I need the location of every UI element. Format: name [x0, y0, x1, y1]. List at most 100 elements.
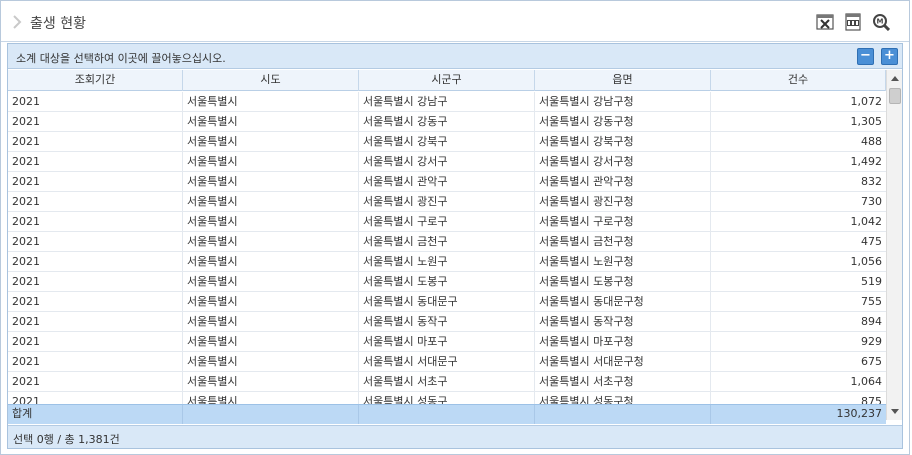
- table-row[interactable]: 2021 서울특별시 서울특별시 구로구 서울특별시 구로구청 1,042: [8, 212, 886, 232]
- cell-town: 서울특별시 동대문구청: [535, 292, 711, 312]
- column-header-period[interactable]: 조회기간: [8, 70, 183, 91]
- expand-all-button[interactable]: +: [881, 48, 898, 65]
- cell-town: 서울특별시 도봉구청: [535, 272, 711, 292]
- cell-period: 2021: [8, 292, 183, 312]
- column-header-province[interactable]: 시도: [183, 70, 359, 91]
- summary-cell-empty: [359, 405, 535, 424]
- cell-count: 1,305: [850, 115, 883, 128]
- cell-period: 2021: [8, 92, 183, 112]
- vertical-scrollbar[interactable]: [886, 70, 902, 420]
- column-header-town[interactable]: 읍면: [535, 70, 711, 91]
- cell-town: 서울특별시 노원구청: [535, 252, 711, 272]
- cell-town: 서울특별시 서대문구청: [535, 352, 711, 372]
- group-drop-area[interactable]: 소계 대상을 선택하여 이곳에 끌어놓으십시오. − +: [8, 44, 902, 69]
- cell-period: 2021: [8, 212, 183, 232]
- table-row[interactable]: 2021 서울특별시 서울특별시 서대문구 서울특별시 서대문구청 675: [8, 352, 886, 372]
- table-row[interactable]: 2021 서울특별시 서울특별시 동대문구 서울특별시 동대문구청 755: [8, 292, 886, 312]
- cell-district: 서울특별시 광진구: [359, 192, 535, 212]
- table-row[interactable]: 2021 서울특별시 서울특별시 노원구 서울특별시 노원구청 1,056: [8, 252, 886, 272]
- cell-period: 2021: [8, 172, 183, 192]
- summary-cell-empty: [183, 405, 359, 424]
- scroll-up-icon[interactable]: [889, 73, 901, 85]
- cell-province: 서울특별시: [183, 212, 359, 232]
- cell-district: 서울특별시 동작구: [359, 312, 535, 332]
- scroll-down-icon[interactable]: [889, 405, 901, 417]
- cell-town: 서울특별시 강남구청: [535, 92, 711, 112]
- cell-town: 서울특별시 구로구청: [535, 212, 711, 232]
- scroll-thumb[interactable]: [889, 88, 901, 104]
- cell-count: 519: [861, 275, 882, 288]
- cell-district: 서울특별시 강서구: [359, 152, 535, 172]
- cell-district: 서울특별시 구로구: [359, 212, 535, 232]
- cell-town: 서울특별시 마포구청: [535, 332, 711, 352]
- birth-status-panel: 출생 현황 M 소계 대상을 선택하여 이곳에 끌어놓으십시오. − + 조회기…: [0, 0, 910, 455]
- table-row[interactable]: 2021 서울특별시 서울특별시 강동구 서울특별시 강동구청 1,305: [8, 112, 886, 132]
- cell-count: 675: [861, 355, 882, 368]
- cell-province: 서울특별시: [183, 112, 359, 132]
- table-row[interactable]: 2021 서울특별시 서울특별시 도봉구 서울특별시 도봉구청 519: [8, 272, 886, 292]
- cell-period: 2021: [8, 152, 183, 172]
- table-row[interactable]: 2021 서울특별시 서울특별시 관악구 서울특별시 관악구청 832: [8, 172, 886, 192]
- cell-period: 2021: [8, 132, 183, 152]
- cell-count: 730: [861, 195, 882, 208]
- table-row[interactable]: 2021 서울특별시 서울특별시 마포구 서울특별시 마포구청 929: [8, 332, 886, 352]
- cell-district: 서울특별시 서대문구: [359, 352, 535, 372]
- summary-total: 130,237: [836, 407, 883, 420]
- cell-district: 서울특별시 금천구: [359, 232, 535, 252]
- pdf-icon[interactable]: [844, 13, 862, 31]
- cell-district: 서울특별시 노원구: [359, 252, 535, 272]
- cell-count: 894: [861, 315, 882, 328]
- cell-town: 서울특별시 관악구청: [535, 172, 711, 192]
- cell-period: 2021: [8, 392, 183, 404]
- cell-province: 서울특별시: [183, 172, 359, 192]
- cell-period: 2021: [8, 312, 183, 332]
- cell-province: 서울특별시: [183, 352, 359, 372]
- cell-district: 서울특별시 성동구: [359, 392, 535, 404]
- cell-province: 서울특별시: [183, 312, 359, 332]
- data-grid: 소계 대상을 선택하여 이곳에 끌어놓으십시오. − + 조회기간 시도 시군구…: [7, 43, 903, 449]
- collapse-all-button[interactable]: −: [857, 48, 874, 65]
- cell-province: 서울특별시: [183, 272, 359, 292]
- table-row[interactable]: 2021 서울특별시 서울특별시 금천구 서울특별시 금천구청 475: [8, 232, 886, 252]
- cell-period: 2021: [8, 232, 183, 252]
- selection-status: 선택 0행 / 총 1,381건: [13, 433, 120, 446]
- cell-count: 1,064: [850, 375, 883, 388]
- column-header-district[interactable]: 시군구: [359, 70, 535, 91]
- cell-count: 832: [861, 175, 882, 188]
- cell-count: 755: [861, 295, 882, 308]
- cell-period: 2021: [8, 272, 183, 292]
- cell-province: 서울특별시: [183, 252, 359, 272]
- cell-town: 서울특별시 동작구청: [535, 312, 711, 332]
- cell-count: 488: [861, 135, 882, 148]
- table-row[interactable]: 2021 서울특별시 서울특별시 서초구 서울특별시 서초구청 1,064: [8, 372, 886, 392]
- column-header-count[interactable]: 건수: [711, 70, 886, 91]
- cell-district: 서울특별시 마포구: [359, 332, 535, 352]
- excel-icon[interactable]: [816, 13, 834, 31]
- search-icon[interactable]: M: [872, 13, 890, 31]
- cell-count: 1,072: [850, 95, 883, 108]
- table-row[interactable]: 2021 서울특별시 서울특별시 강서구 서울특별시 강서구청 1,492: [8, 152, 886, 172]
- cell-period: 2021: [8, 372, 183, 392]
- cell-district: 서울특별시 서초구: [359, 372, 535, 392]
- table-row[interactable]: 2021 서울특별시 서울특별시 동작구 서울특별시 동작구청 894: [8, 312, 886, 332]
- grid-body: 2021 서울특별시 서울특별시 강남구 서울특별시 강남구청 1,072 2021 서울특…: [8, 92, 886, 404]
- cell-town: 서울특별시 광진구청: [535, 192, 711, 212]
- cell-district: 서울특별시 관악구: [359, 172, 535, 192]
- cell-town: 서울특별시 금천구청: [535, 232, 711, 252]
- cell-province: 서울특별시: [183, 92, 359, 112]
- cell-district: 서울특별시 동대문구: [359, 292, 535, 312]
- cell-town: 서울특별시 강북구청: [535, 132, 711, 152]
- cell-count: 1,042: [850, 215, 883, 228]
- table-row[interactable]: 2021 서울특별시 서울특별시 성동구 서울특별시 성동구청 875: [8, 392, 886, 404]
- table-row[interactable]: 2021 서울특별시 서울특별시 강북구 서울특별시 강북구청 488: [8, 132, 886, 152]
- cell-province: 서울특별시: [183, 392, 359, 404]
- cell-province: 서울특별시: [183, 372, 359, 392]
- cell-province: 서울특별시: [183, 232, 359, 252]
- cell-province: 서울특별시: [183, 192, 359, 212]
- column-header-row: 조회기간 시도 시군구 읍면 건수: [8, 70, 902, 91]
- table-row[interactable]: 2021 서울특별시 서울특별시 강남구 서울특별시 강남구청 1,072: [8, 92, 886, 112]
- summary-cell-empty: [535, 405, 711, 424]
- table-row[interactable]: 2021 서울특별시 서울특별시 광진구 서울특별시 광진구청 730: [8, 192, 886, 212]
- chevron-right-icon: [13, 15, 22, 29]
- cell-period: 2021: [8, 252, 183, 272]
